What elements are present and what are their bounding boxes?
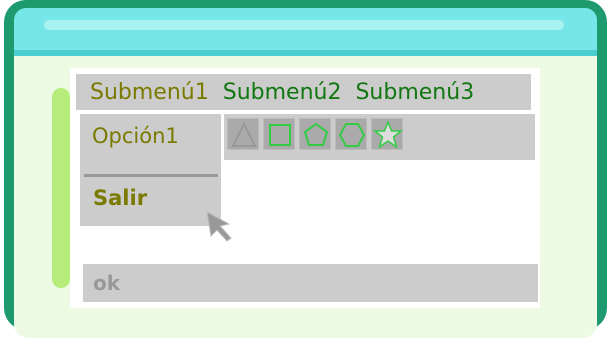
shape-toolbar [224, 114, 535, 160]
tool-square[interactable] [263, 118, 295, 150]
tool-pentagon[interactable] [299, 118, 331, 150]
dropdown-item-opcion1[interactable]: Opción1 [92, 124, 179, 148]
square-icon [269, 124, 291, 146]
ok-bar[interactable]: ok [83, 264, 538, 302]
dropdown-separator [84, 174, 218, 177]
side-highlight [52, 88, 70, 288]
pentagon-icon [303, 122, 329, 146]
dropdown-menu: Opción1 Salir [80, 114, 221, 226]
menu-item-submenu1[interactable]: Submenú1 [76, 80, 209, 105]
menu-item-submenu2[interactable]: Submenú2 [209, 80, 342, 105]
hexagon-icon [338, 123, 366, 147]
triangle-icon [231, 121, 257, 147]
title-bar-highlight [44, 20, 564, 30]
tool-star[interactable] [371, 118, 404, 150]
menu-bar: Submenú1 Submenú2 Submenú3 [76, 74, 531, 110]
menu-item-submenu3[interactable]: Submenú3 [341, 80, 474, 105]
title-bar-rim [14, 50, 597, 56]
tool-triangle[interactable] [227, 118, 259, 150]
dropdown-item-salir[interactable]: Salir [93, 186, 147, 210]
ok-label: ok [93, 271, 121, 295]
star-icon [372, 119, 404, 149]
mouse-cursor-icon [206, 211, 232, 242]
title-bar[interactable] [14, 8, 597, 52]
tool-hexagon[interactable] [335, 118, 367, 150]
